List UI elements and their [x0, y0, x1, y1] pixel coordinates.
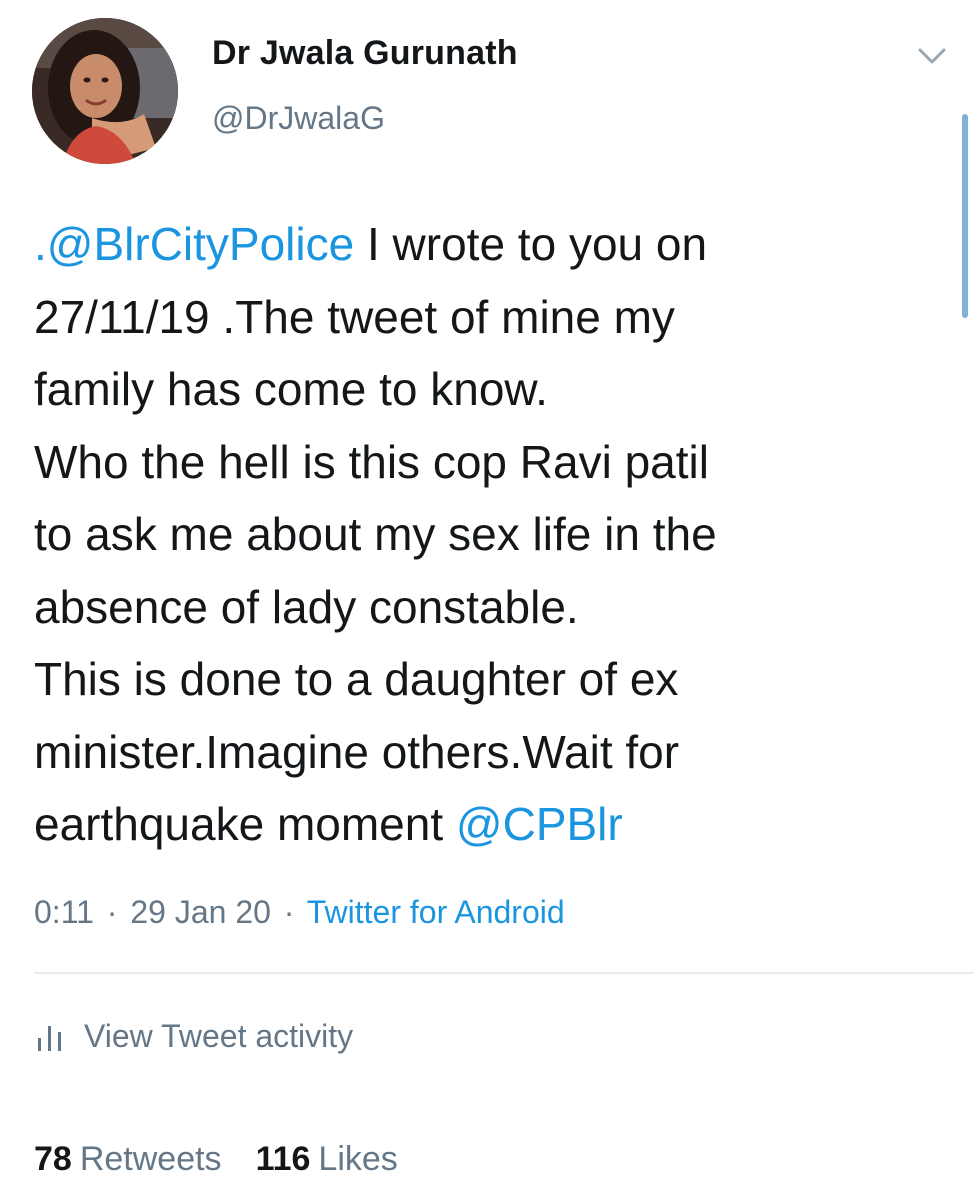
author-display-name[interactable]: Dr Jwala Gurunath [212, 34, 518, 73]
tweet-line: 27/11/19 .The tweet of mine my [34, 290, 675, 343]
tweet-line-text: earthquake moment [34, 798, 456, 850]
likes-stat[interactable]: 116 Likes [256, 1140, 398, 1178]
mention-link[interactable]: .@BlrCityPolice [34, 218, 354, 270]
tweet-line: family has come to know. [34, 363, 548, 415]
view-tweet-activity-button[interactable]: View Tweet activity [34, 1018, 353, 1055]
tweet-text: .@BlrCityPolice I wrote to you on 27/11/… [34, 208, 944, 861]
chevron-down-icon[interactable] [914, 42, 950, 70]
tweet-meta: 0:11 · 29 Jan 20 · Twitter for Android [34, 894, 565, 931]
divider [34, 972, 974, 974]
tweet-line: to ask me about my sex life in the [34, 508, 717, 560]
tweet-time[interactable]: 0:11 [34, 894, 94, 930]
tweet-line: minister.Imagine others.Wait for [34, 725, 680, 778]
tweet-line: This is done to a daughter of ex [34, 653, 679, 705]
avatar[interactable] [32, 18, 178, 164]
tweet-line: absence of lady constable. [34, 580, 579, 633]
tweet-line: earthquake moment @CPBlr [34, 788, 944, 861]
tweet-detail: Dr Jwala Gurunath @DrJwalaG .@BlrCityPol… [0, 0, 979, 1200]
likes-count: 116 [255, 1140, 311, 1178]
bar-chart-icon [38, 1025, 61, 1051]
tweet-date[interactable]: 29 Jan 20 [130, 894, 271, 930]
activity-label: View Tweet activity [84, 1018, 354, 1054]
profile-photo [32, 18, 178, 164]
meta-separator: · [283, 894, 295, 930]
mention-link[interactable]: @CPBlr [456, 798, 623, 850]
tweet-stats: 78 Retweets 116 Likes [34, 1140, 398, 1179]
tweet-line: Who the hell is this cop Ravi patil [34, 435, 709, 488]
likes-label: Likes [318, 1140, 398, 1178]
retweets-label: Retweets [79, 1140, 222, 1178]
retweets-stat[interactable]: 78 Retweets [34, 1140, 222, 1178]
retweets-count: 78 [34, 1140, 72, 1178]
tweet-source-link[interactable]: Twitter for Android [307, 894, 565, 930]
scrollbar[interactable] [962, 114, 968, 318]
author-handle[interactable]: @DrJwalaG [212, 100, 385, 137]
tweet-line-text: I wrote to you on [354, 218, 708, 270]
tweet-line: .@BlrCityPolice I wrote to you on [34, 208, 944, 281]
meta-separator: · [106, 894, 118, 930]
